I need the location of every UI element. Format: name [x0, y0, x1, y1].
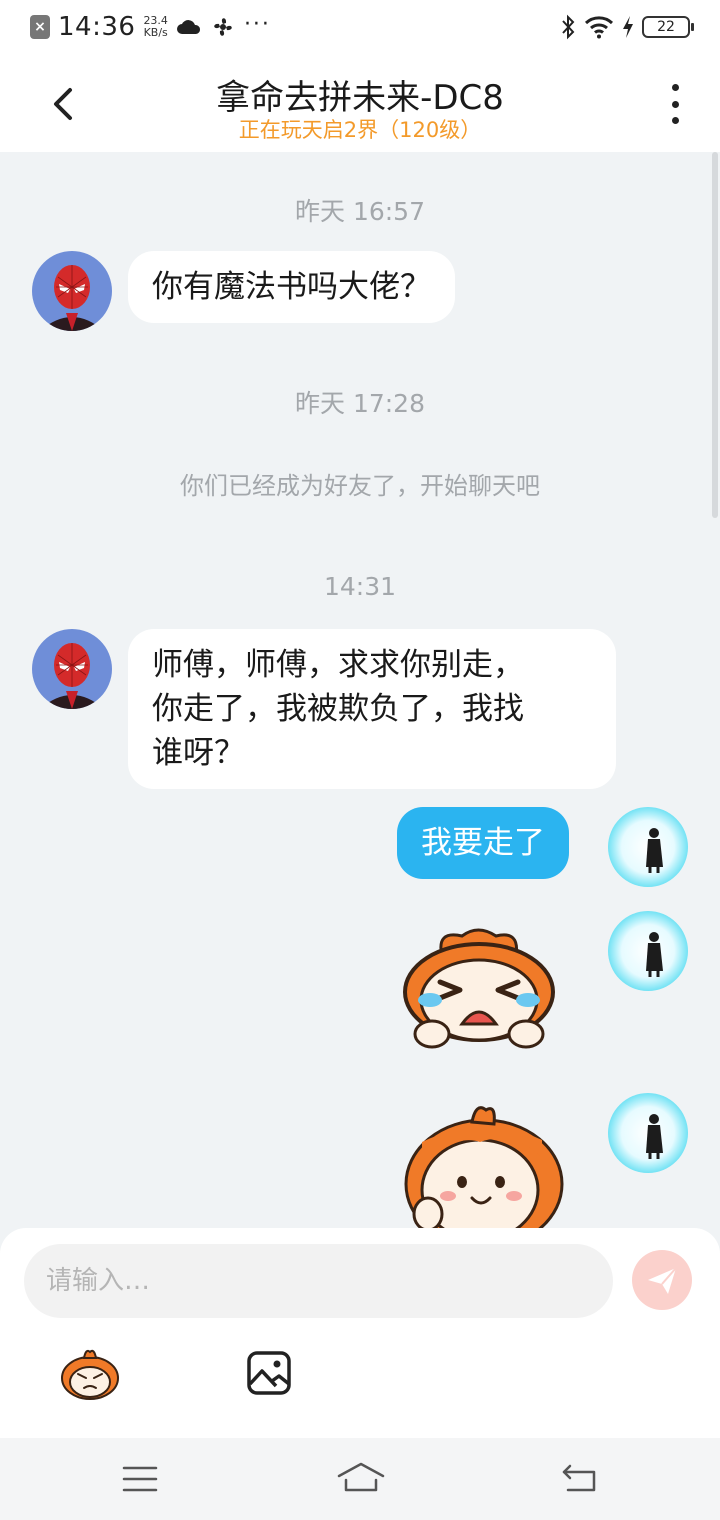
send-button[interactable]	[632, 1250, 692, 1310]
crying-sticker[interactable]	[396, 924, 562, 1052]
fan-icon	[214, 18, 232, 36]
my-avatar[interactable]	[608, 911, 688, 991]
system-notice: 你们已经成为好友了，开始聊天吧	[180, 472, 540, 500]
message-timestamp: 14:31	[323, 572, 397, 601]
chat-messages[interactable]: 昨天 16:57 你有魔法书吗大佬？ 昨天 17:28 你们已经成为好友了，开始…	[0, 152, 720, 1228]
emoji-sticker-icon[interactable]	[58, 1346, 122, 1402]
friend-avatar[interactable]	[32, 251, 112, 331]
network-speed: 23.4 KB/s	[143, 14, 168, 39]
waving-sticker[interactable]	[402, 1102, 566, 1228]
battery-indicator: 22	[642, 16, 694, 38]
back-nav-icon[interactable]	[560, 1462, 600, 1496]
message-timestamp: 昨天 17:28	[295, 389, 425, 418]
girl-avatar-icon	[608, 1093, 688, 1173]
friend-status: 正在玩天启2界（120级）	[238, 118, 482, 142]
spiderman-avatar-icon	[32, 251, 112, 331]
chat-header: 拿命去拼未来-DC8 正在玩天启2界（120级）	[0, 56, 720, 152]
charging-icon	[623, 16, 633, 38]
system-nav-bar	[0, 1438, 720, 1520]
message-timestamp: 昨天 16:57	[295, 197, 425, 226]
home-icon[interactable]	[336, 1460, 386, 1496]
my-avatar[interactable]	[608, 1093, 688, 1173]
message-input[interactable]	[24, 1244, 613, 1318]
send-icon	[648, 1267, 677, 1294]
menu-icon[interactable]	[122, 1464, 158, 1494]
incoming-message[interactable]: 你有魔法书吗大佬？	[128, 251, 455, 323]
my-avatar[interactable]	[608, 807, 688, 887]
more-options-icon[interactable]	[660, 84, 690, 124]
more-notifications-icon: ···	[243, 11, 271, 37]
girl-avatar-icon	[608, 807, 688, 887]
status-bar: × 14:36 23.4 KB/s ··· 22	[0, 0, 720, 56]
incoming-message[interactable]: 师傅，师傅，求求你别走， 你走了，我被欺负了，我找 谁呀？	[128, 629, 616, 789]
bluetooth-icon	[562, 14, 575, 40]
spiderman-avatar-icon	[32, 629, 112, 709]
outgoing-message[interactable]: 我要走了	[397, 807, 569, 879]
input-panel	[0, 1228, 720, 1438]
chat-title: 拿命去拼未来-DC8	[216, 78, 504, 118]
notification-close-icon: ×	[30, 15, 50, 39]
wifi-icon	[584, 16, 614, 39]
status-time: 14:36	[58, 12, 136, 42]
image-icon[interactable]	[246, 1350, 292, 1396]
friend-avatar[interactable]	[32, 629, 112, 709]
girl-avatar-icon	[608, 911, 688, 991]
cloud-icon	[176, 20, 200, 34]
